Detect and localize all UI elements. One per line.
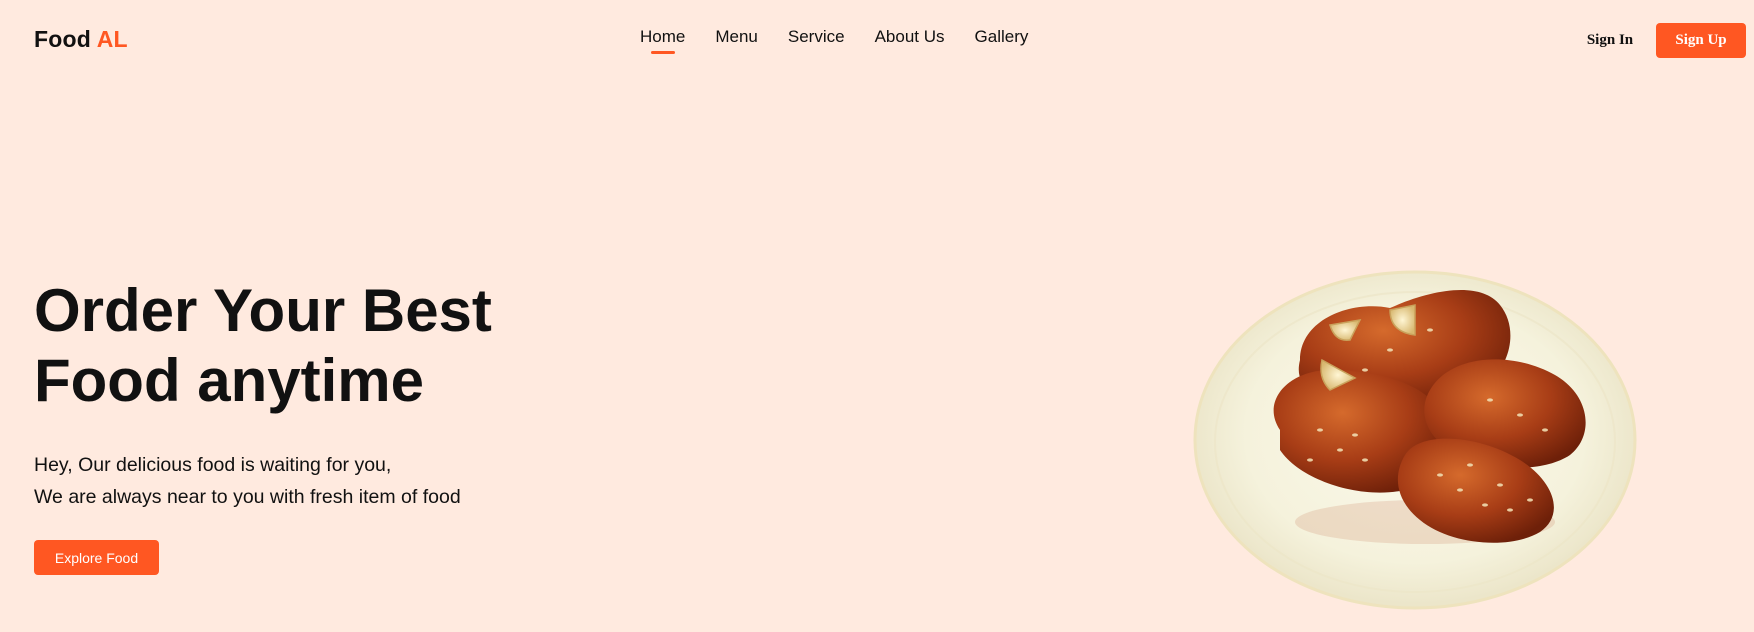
logo-accent-text: AL xyxy=(96,26,128,52)
hero-subtitle: Hey, Our delicious food is waiting for y… xyxy=(34,449,461,513)
sign-in-button[interactable]: Sign In xyxy=(1580,30,1640,50)
fried-chicken-plate-image xyxy=(1193,270,1637,610)
explore-food-button[interactable]: Explore Food xyxy=(34,540,159,575)
logo-text: Food xyxy=(34,26,91,52)
landing-page: Food AL Home Menu Service About Us Galle… xyxy=(0,0,1754,632)
logo[interactable]: Food AL xyxy=(34,26,128,53)
sign-up-button[interactable]: Sign Up xyxy=(1656,23,1746,58)
nav-item-home[interactable]: Home xyxy=(640,27,685,47)
hero-subtitle-line-1: Hey, Our delicious food is waiting for y… xyxy=(34,454,392,476)
hero-subtitle-line-2: We are always near to you with fresh ite… xyxy=(34,486,461,508)
nav-item-menu[interactable]: Menu xyxy=(715,27,758,47)
hero-title: Order Your Best Food anytime xyxy=(34,276,492,416)
hero-title-line-1: Order Your Best xyxy=(34,277,492,344)
nav-item-about-us[interactable]: About Us xyxy=(875,27,945,47)
hero-title-line-2: Food anytime xyxy=(34,347,425,414)
nav-item-gallery[interactable]: Gallery xyxy=(975,27,1029,47)
nav-item-service[interactable]: Service xyxy=(788,27,845,47)
main-nav: Home Menu Service About Us Gallery xyxy=(640,27,1028,47)
